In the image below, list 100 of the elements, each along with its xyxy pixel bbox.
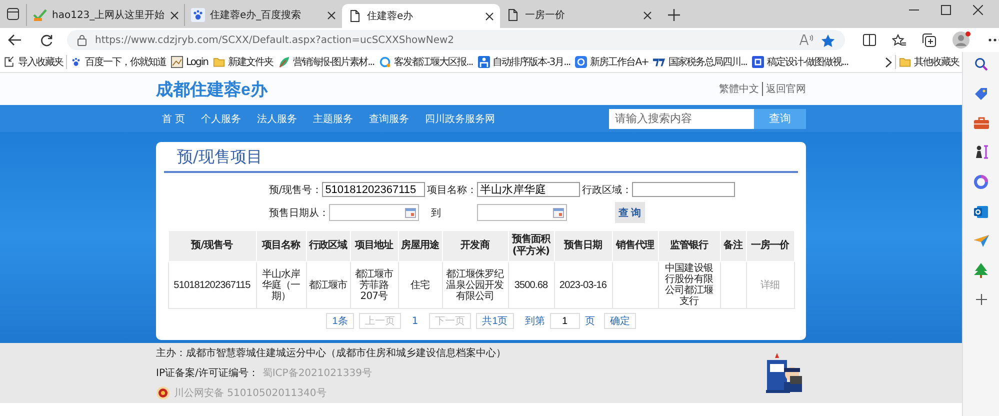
field-label: 预售日期从： (268, 206, 329, 220)
page-icon (506, 8, 520, 22)
bookmark[interactable]: 稿定设计-做图做视... (752, 55, 848, 69)
column-header: 备注 (720, 230, 746, 262)
collections-icon[interactable] (922, 33, 936, 47)
folder-icon (212, 56, 225, 68)
refresh-icon[interactable] (40, 34, 53, 46)
close-icon[interactable] (485, 12, 494, 20)
bookmark[interactable]: 导入收藏夹 (3, 55, 63, 69)
bookmark[interactable]: 新房工作台A+ (575, 55, 648, 69)
read-aloud-icon[interactable] (799, 34, 813, 46)
date-field[interactable] (328, 204, 419, 221)
bookmark[interactable]: 自动排序版本-3月... (478, 55, 570, 69)
column-header: 销售代理 (612, 230, 658, 262)
tab-actions-icon[interactable] (6, 7, 20, 21)
chevron-right-icon[interactable] (885, 56, 892, 68)
text-field[interactable]: 半山水岸华庭 (477, 182, 580, 197)
calendar-icon[interactable] (404, 208, 416, 218)
calendar-icon[interactable] (552, 208, 564, 218)
text-field[interactable] (632, 182, 736, 197)
paw-icon (191, 8, 205, 22)
column-header: 项目地址 (350, 230, 398, 262)
nav-link[interactable]: 主题服务 (313, 112, 354, 126)
nav-link[interactable]: 法人服务 (257, 112, 298, 126)
star-icon[interactable] (821, 34, 835, 46)
table-cell: 半山水岸华庭（一期） (256, 262, 306, 308)
bookmark[interactable]: Login (171, 56, 208, 68)
chess-piece-icon[interactable] (974, 145, 988, 159)
site-title: 成都住建蓉e办 (156, 78, 268, 100)
table-cell: 都江堰市芳菲路207号 (350, 262, 398, 308)
header-link[interactable]: 返回官网 (762, 82, 806, 96)
bookmark[interactable]: 营销海报-图片素材... (278, 55, 374, 69)
search-icon[interactable] (974, 57, 988, 71)
tax-logo-icon (653, 56, 666, 68)
column-header: 行政区域 (306, 230, 350, 262)
browser-tab[interactable]: 住建蓉e办_百度搜索 (184, 4, 342, 26)
bookmark[interactable]: 百度一下，你就知道 (70, 55, 166, 69)
query-button[interactable]: 查 询 (614, 202, 645, 223)
mail-app-icon[interactable] (974, 205, 988, 219)
browser-tab[interactable]: 一房一价 (500, 4, 658, 26)
bookmark[interactable]: 其他收藏夹 (899, 55, 959, 69)
table-cell: 3500.68 (508, 262, 554, 308)
back-icon[interactable] (8, 34, 22, 46)
maximize-icon[interactable] (941, 4, 951, 14)
field-label: 到 (430, 206, 441, 220)
nav-link[interactable]: 首 页 (162, 112, 186, 126)
more-icon[interactable] (988, 38, 999, 42)
pager-button[interactable]: 1条 (326, 313, 354, 329)
panel-title: 预/现售项目 (164, 145, 798, 173)
bookmark[interactable]: 客发都江堰大区报... (379, 55, 473, 69)
ring-icon (379, 56, 392, 68)
pager-button[interactable]: 共1页 (476, 313, 514, 329)
page-icon (348, 9, 362, 23)
nav-link[interactable]: 四川政务服务网 (425, 112, 496, 126)
confirm-button[interactable]: 确定 (604, 313, 636, 329)
favorites-icon[interactable] (892, 34, 906, 46)
toolbox-icon[interactable] (974, 117, 988, 129)
field-label: 预/现售号： (268, 184, 322, 196)
table-cell: 510181202367115 (168, 262, 256, 308)
column-header: 项目名称 (256, 230, 306, 262)
nav-link[interactable]: 个人服务 (201, 112, 242, 126)
table-cell: 都江堰市 (306, 262, 350, 308)
page-number-field[interactable]: 1 (550, 313, 580, 329)
paper-plane-icon[interactable] (974, 235, 988, 247)
close-icon[interactable] (170, 10, 179, 20)
tag-icon[interactable] (974, 87, 988, 101)
import-icon (3, 56, 15, 68)
circle-icon (575, 56, 588, 68)
browser-tab[interactable]: hao123_上网从这里开始 (26, 4, 184, 26)
column-header: 监管银行 (658, 230, 720, 262)
avatar-icon[interactable] (952, 31, 972, 49)
add-icon[interactable] (976, 294, 986, 305)
browser-tab[interactable]: 住建蓉e办 (342, 4, 500, 28)
bookmark[interactable]: 国家税务总局四川... (653, 55, 747, 69)
date-field[interactable] (476, 204, 567, 221)
nav-link[interactable]: 查询服务 (369, 112, 410, 126)
lock-icon (77, 34, 87, 46)
close-icon[interactable] (643, 10, 652, 20)
bookmark[interactable]: 新建文件夹 (212, 55, 273, 69)
new-tab-icon[interactable] (668, 9, 680, 21)
jump-label: 页 (584, 315, 595, 328)
url-text: https://www.cdzjryb.com/SCXX/Default.aspx?action=ucSCXXShowNew2 (95, 34, 454, 46)
text-field[interactable]: 510181202367115 (322, 182, 426, 197)
table-cell: 都江堰侏罗纪温泉公园开发有限公司 (442, 262, 508, 308)
search-field[interactable]: 请输入搜索内容 (609, 108, 754, 128)
close-icon[interactable] (327, 10, 336, 20)
police-mascot-drawing (764, 352, 804, 394)
swirl-icon[interactable] (974, 175, 988, 189)
close-icon[interactable] (973, 4, 983, 14)
tree-icon[interactable] (974, 263, 988, 278)
address-bar[interactable]: https://www.cdzjryb.com/SCXX/Default.aspx?action=ucSCXXShowNew2 (67, 30, 845, 50)
header-link[interactable]: 繁體中文 (719, 82, 759, 96)
footer-text: IP证备案/许可证编号： (156, 366, 258, 380)
split-screen-icon[interactable] (863, 34, 876, 46)
person-icon (478, 56, 490, 68)
table-cell: 2023-03-16 (554, 262, 612, 308)
checkmark-icon (33, 8, 47, 22)
square-logo-icon (752, 56, 764, 68)
field-label: 项目名称： (427, 184, 478, 196)
column-header: 预售面积(平方米) (508, 230, 554, 262)
